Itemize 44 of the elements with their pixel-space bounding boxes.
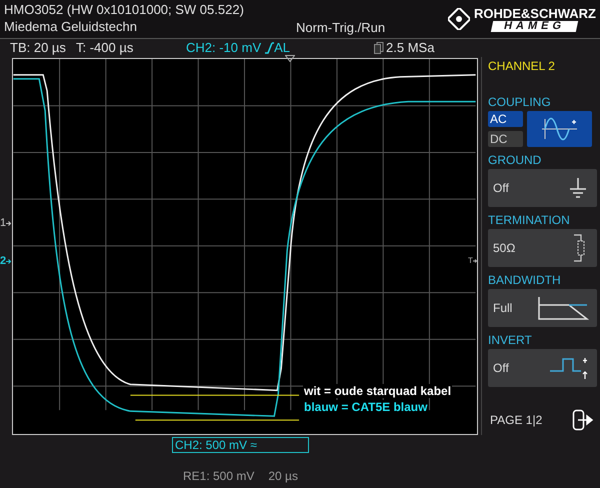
coupling-option[interactable]: DC bbox=[488, 131, 523, 147]
reference-readout: RE1: 500 mV bbox=[183, 469, 254, 483]
trigger-position-icon bbox=[285, 55, 295, 62]
brand-logo: ROHDE&SCHWARZ HAMEG bbox=[448, 0, 600, 38]
coupling-option[interactable]: AC bbox=[488, 111, 523, 127]
sample-rate-readout: 2.5 MSa bbox=[386, 39, 434, 58]
section-heading: GROUND bbox=[488, 153, 542, 167]
termination-setting[interactable]: 50Ω bbox=[488, 229, 597, 267]
setting-value: Off bbox=[493, 180, 509, 197]
setting-value: Full bbox=[493, 300, 512, 317]
section-heading: TERMINATION bbox=[488, 213, 571, 227]
annotation-text: wit = oude starquad kabel bbox=[303, 384, 452, 398]
trigger-source-readout: AL bbox=[274, 39, 290, 58]
ground-setting[interactable]: Off bbox=[488, 169, 597, 207]
trigger-time-readout: T: -400 µs bbox=[76, 39, 134, 58]
lowpass-filter-icon bbox=[537, 296, 589, 320]
setting-value: Off bbox=[493, 360, 509, 377]
bandwidth-setting[interactable]: Full bbox=[488, 289, 597, 327]
device-title: HMO3052 (HW 0x10101000; SW 05.522) bbox=[4, 1, 245, 18]
channel-scale-label: CH2: 500 mV ≈ bbox=[172, 437, 309, 453]
reference-timebase: 20 µs bbox=[268, 469, 298, 483]
trigger-mode: Norm-Trig./Run bbox=[296, 19, 386, 36]
trigger-marker: T bbox=[468, 256, 473, 265]
memory-icon bbox=[374, 42, 384, 54]
menu-title: CHANNEL 2 bbox=[488, 59, 556, 73]
channel-marker: 2 bbox=[0, 255, 6, 267]
pulse-icon bbox=[549, 355, 589, 381]
next-page-icon[interactable] bbox=[572, 409, 594, 431]
owner-name: Miedema Geluidstechn bbox=[4, 18, 138, 35]
section-heading: COUPLING bbox=[488, 95, 552, 109]
trigger-level-readout: CH2: -10 mV bbox=[186, 39, 262, 58]
arrow-icon bbox=[472, 258, 477, 262]
section-heading: INVERT bbox=[488, 333, 533, 347]
page-indicator: PAGE 1|2 bbox=[490, 412, 542, 429]
timebase-readout: TB: 20 µs bbox=[10, 39, 67, 58]
invert-setting[interactable]: Off bbox=[488, 349, 597, 387]
sine-wave-icon bbox=[540, 117, 578, 141]
channel-marker: 1 bbox=[0, 217, 6, 229]
setting-value: 50Ω bbox=[493, 240, 516, 257]
rising-edge-icon bbox=[264, 42, 274, 54]
section-heading: BANDWIDTH bbox=[488, 273, 562, 287]
annotation-text: blauw = CAT5E blauw bbox=[303, 400, 428, 414]
arrow-icon bbox=[6, 258, 12, 264]
ground-icon bbox=[567, 177, 589, 199]
